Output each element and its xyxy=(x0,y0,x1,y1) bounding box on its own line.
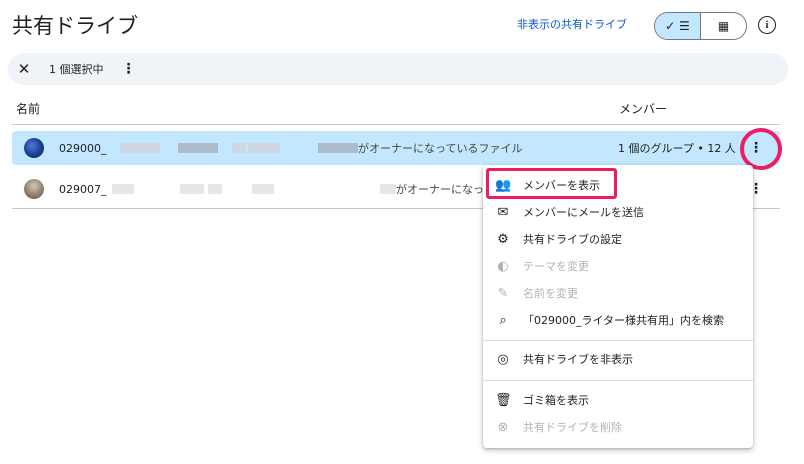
search-icon: ⌕ xyxy=(499,312,507,328)
view-toggle[interactable]: ✓ ☰ ▦ xyxy=(654,12,747,40)
members-count: 1 個のグループ • 12 人 xyxy=(618,142,736,155)
close-icon[interactable]: ✕ xyxy=(16,60,32,78)
menu-item-email-members[interactable]: ✉ メンバーにメールを送信 xyxy=(483,199,753,225)
cancel-icon: ⊗ xyxy=(497,419,509,435)
drive-name-prefix: 029007_ xyxy=(59,182,107,196)
eye-off-icon: ◎ xyxy=(497,351,509,367)
menu-divider xyxy=(483,380,753,381)
drive-name-suffix: がオーナーになっているファイル xyxy=(358,142,523,155)
redacted-text xyxy=(248,143,280,153)
list-view-button[interactable]: ✓ ☰ xyxy=(655,13,701,39)
drive-name-prefix: 029000_ xyxy=(59,141,107,155)
drive-name-suffix: がオーナーになっ xyxy=(396,183,484,196)
menu-divider xyxy=(483,340,753,341)
redacted-text xyxy=(380,184,396,194)
grid-view-button[interactable]: ▦ xyxy=(701,13,746,39)
redacted-text xyxy=(208,184,222,194)
more-actions-icon[interactable]: ⋮ xyxy=(122,61,136,77)
menu-item-hide-drive[interactable]: ◎ 共有ドライブを非表示 xyxy=(483,346,753,372)
palette-icon: ◐ xyxy=(497,258,509,274)
highlight-box xyxy=(486,168,617,199)
selection-bar: ✕ 1 個選択中 ⋮ xyxy=(8,53,788,85)
redacted-text xyxy=(232,143,246,153)
redacted-text xyxy=(120,143,160,153)
menu-item-search-in-drive[interactable]: ⌕ 「029000_ライター様共有用」内を検索 xyxy=(483,307,753,333)
gear-icon: ⚙ xyxy=(497,231,509,247)
menu-item-change-theme: ◐ テーマを変更 xyxy=(483,253,753,279)
table-row[interactable]: 029000_ がオーナーになっているファイル 1 個のグループ • 12 人 xyxy=(12,131,780,165)
redacted-text xyxy=(180,184,204,194)
redacted-text xyxy=(178,143,218,153)
menu-item-drive-settings[interactable]: ⚙ 共有ドライブの設定 xyxy=(483,226,753,252)
selection-count: 1 個選択中 xyxy=(49,63,104,76)
hidden-drives-link[interactable]: 非表示の共有ドライブ xyxy=(517,16,627,32)
menu-item-view-trash[interactable]: 🗑 ゴミ箱を表示 xyxy=(483,387,753,413)
drive-avatar xyxy=(24,138,44,158)
mail-icon: ✉ xyxy=(497,204,509,220)
trash-icon: 🗑 xyxy=(495,392,512,408)
menu-item-rename: ✎ 名前を変更 xyxy=(483,280,753,306)
page-title: 共有ドライブ xyxy=(12,14,138,38)
menu-item-delete-drive: ⊗ 共有ドライブを削除 xyxy=(483,414,753,440)
column-header-members[interactable]: メンバー xyxy=(619,100,667,117)
column-header-name[interactable]: 名前 xyxy=(16,100,40,117)
info-icon[interactable]: i xyxy=(758,16,776,34)
header-divider xyxy=(12,124,780,125)
redacted-text xyxy=(318,143,358,153)
pen-icon: ✎ xyxy=(497,285,509,301)
highlight-circle xyxy=(740,128,782,170)
drive-avatar xyxy=(24,179,44,199)
redacted-text xyxy=(112,184,134,194)
context-menu: 👥 メンバーを表示 ✉ メンバーにメールを送信 ⚙ 共有ドライブの設定 ◐ テー… xyxy=(483,165,753,448)
redacted-text xyxy=(252,184,274,194)
